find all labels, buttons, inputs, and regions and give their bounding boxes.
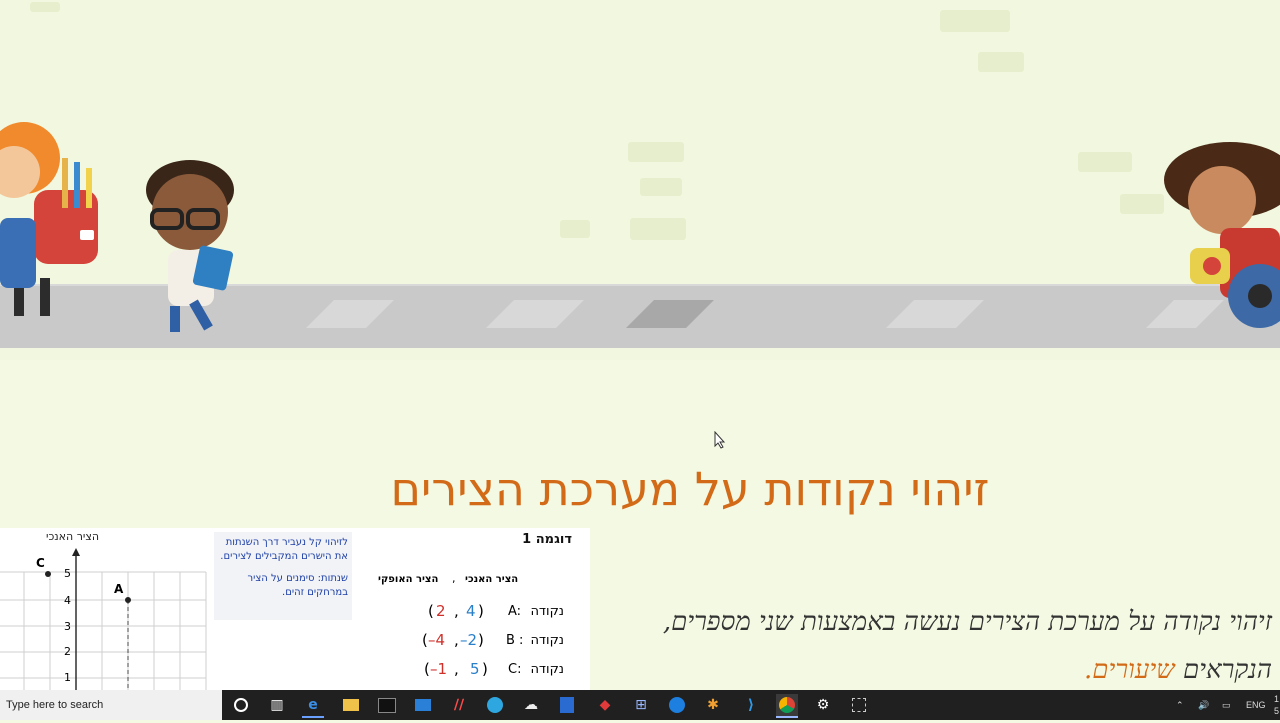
- telegram-icon[interactable]: [484, 694, 506, 716]
- child-glasses-illustration: [146, 160, 234, 332]
- graph-tick-4: 4: [64, 594, 71, 607]
- point-word: נקודה: [530, 633, 564, 648]
- graph-axis-title: הציר האנכי: [46, 530, 100, 543]
- point-name: C:: [508, 662, 522, 677]
- coordinate-row-c: נקודה C: ( –1 , 5 ): [424, 660, 564, 678]
- language-indicator[interactable]: ENG: [1246, 690, 1266, 720]
- point-c-marker: [45, 571, 51, 577]
- example-label: דוגמה 1: [522, 532, 572, 547]
- diamond-icon[interactable]: ◆: [594, 694, 616, 716]
- graph-tick-1: 1: [64, 671, 71, 684]
- x-coordinate: 2: [436, 602, 446, 620]
- graph-point-label-a: A: [114, 582, 124, 596]
- monday-icon[interactable]: ∕∕: [448, 694, 470, 716]
- lesson-narration: זיהוי נקודה על מערכת הצירים נעשה באמצעות…: [582, 598, 1272, 694]
- tip-box: לזיהוי קל נעביר דרך השנתות את הישרים המק…: [214, 532, 352, 620]
- cortana-icon[interactable]: [230, 694, 252, 716]
- row-comma: ,: [454, 660, 459, 678]
- tip-text: לזיהוי קל נעביר דרך השנתות את הישרים המק…: [220, 537, 348, 562]
- file-explorer-icon[interactable]: [340, 694, 362, 716]
- point-word: נקודה: [530, 662, 564, 677]
- row-comma: ,: [454, 631, 459, 649]
- graph-tick-2: 2: [64, 645, 71, 658]
- clock-time: 1: [1274, 694, 1280, 704]
- point-word: נקודה: [530, 604, 564, 619]
- child-backpack-illustration: [0, 122, 98, 316]
- network-icon[interactable]: ⊞: [630, 694, 652, 716]
- row-comma: ,: [454, 602, 459, 620]
- point-name: A:: [508, 604, 522, 619]
- graph-point-label-c: C: [36, 556, 45, 570]
- point-name: B :: [506, 633, 524, 648]
- tip-note: שנתות: סימנים על הציר במרחקים זהים.: [247, 573, 348, 598]
- horizontal-axis-header: הציר האופקי: [378, 574, 439, 585]
- coordinate-row-b: נקודה B : ( –4 , –2 ): [422, 631, 564, 649]
- header-illustration: [0, 0, 1280, 360]
- graph-tick-3: 3: [64, 620, 71, 633]
- mouse-cursor-icon: [714, 431, 726, 449]
- x-coordinate: –1: [430, 660, 448, 678]
- security-icon[interactable]: [556, 694, 578, 716]
- y-coordinate: 5: [470, 660, 480, 678]
- mail-icon[interactable]: [412, 694, 434, 716]
- settings-icon[interactable]: ⚙: [812, 694, 834, 716]
- y-coordinate: 4: [466, 602, 476, 620]
- teamviewer-icon[interactable]: [666, 694, 688, 716]
- graph-tick-5: 5: [64, 567, 71, 580]
- tray-chevron-icon[interactable]: ⌃: [1176, 690, 1184, 720]
- child-wheelchair-illustration: [1164, 142, 1280, 328]
- volume-icon[interactable]: 🔊: [1198, 690, 1209, 720]
- edge-icon[interactable]: e: [302, 694, 324, 718]
- coordinate-row-a: נקודה A: ( 2 , 4 ): [428, 602, 564, 620]
- vertical-axis-header: הציר האנכי: [465, 574, 519, 585]
- battery-icon[interactable]: ▭: [1222, 690, 1231, 720]
- y-coordinate: –2: [460, 631, 478, 649]
- taskbar-search-input[interactable]: Type here to search: [0, 690, 222, 720]
- cloud-icon[interactable]: ☁: [520, 694, 542, 716]
- chrome-icon[interactable]: [776, 694, 798, 718]
- clock-date: 5: [1274, 706, 1280, 716]
- lesson-title: זיהוי נקודות על מערכת הצירים: [390, 462, 990, 516]
- puzzle-icon[interactable]: ✱: [702, 694, 724, 716]
- x-coordinate: –4: [428, 631, 446, 649]
- terminal-icon[interactable]: [376, 694, 398, 716]
- snip-icon[interactable]: [848, 694, 870, 716]
- point-a-marker: [125, 597, 131, 603]
- task-view-icon[interactable]: ▥: [266, 694, 288, 716]
- narration-main: זיהוי נקודה על מערכת הצירים נעשה באמצעות…: [662, 607, 1272, 685]
- header-comma: ,: [452, 572, 456, 585]
- coordinate-grid: [0, 571, 207, 692]
- example-figure: הציר האנכי 5 4 3 2 1 C A לזיהוי קל נעביר…: [0, 528, 590, 692]
- clock[interactable]: 1 5: [1274, 693, 1279, 723]
- vscode-icon[interactable]: ⟩: [740, 694, 762, 716]
- narration-highlight: שיעורים.: [1084, 655, 1175, 685]
